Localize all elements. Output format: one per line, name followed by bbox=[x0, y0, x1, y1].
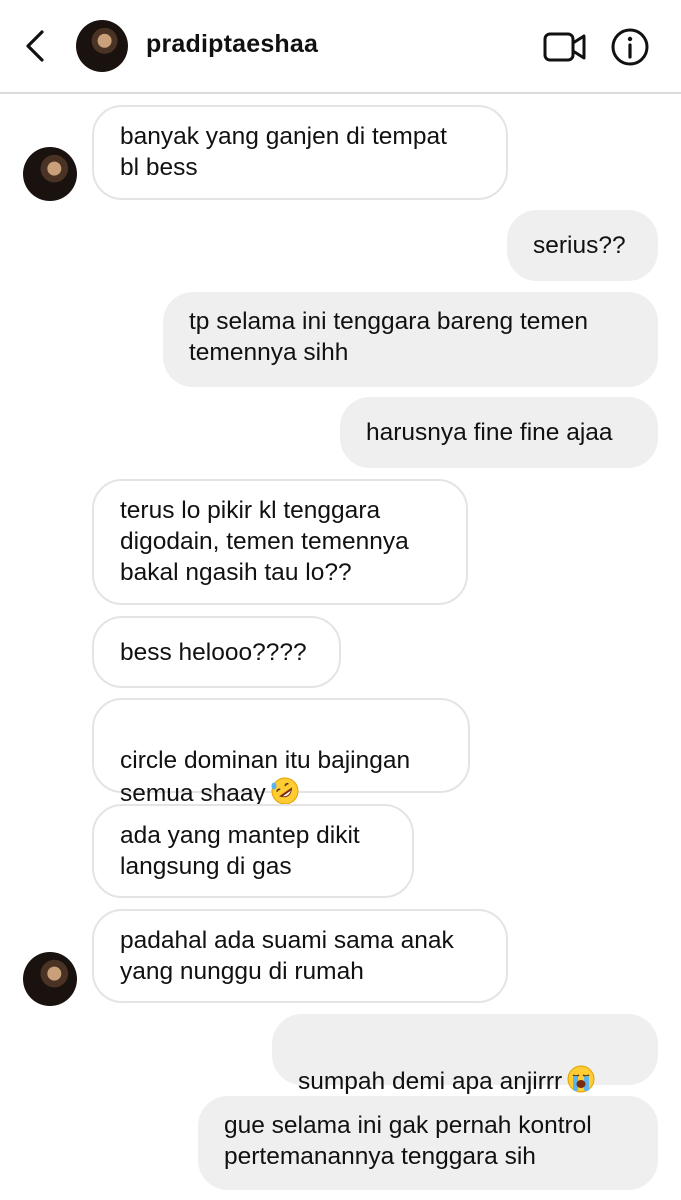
video-camera-icon bbox=[543, 32, 586, 62]
sender-avatar[interactable] bbox=[23, 952, 77, 1006]
outgoing-message[interactable]: sumpah demi apa anjirrr bbox=[272, 1014, 658, 1095]
back-button[interactable] bbox=[20, 28, 52, 64]
sender-avatar[interactable] bbox=[23, 147, 77, 201]
chat-header: pradiptaeshaa bbox=[0, 0, 681, 94]
loudly-crying-face-emoji bbox=[567, 1065, 595, 1093]
rolling-on-floor-laughing-emoji bbox=[271, 777, 299, 805]
message-text: sumpah demi apa anjirrr bbox=[298, 1068, 563, 1095]
chevron-left-icon bbox=[26, 30, 44, 62]
contact-avatar[interactable] bbox=[76, 20, 128, 72]
incoming-message[interactable]: banyak yang ganjen di tempat bl bess bbox=[92, 105, 508, 200]
message-text: circle dominan itu bajingan semua shaay bbox=[120, 747, 411, 807]
contact-username[interactable]: pradiptaeshaa bbox=[146, 30, 318, 59]
incoming-message[interactable]: bess helooo???? bbox=[92, 616, 341, 688]
incoming-message[interactable]: circle dominan itu bajingan semua shaay bbox=[92, 698, 470, 807]
incoming-message[interactable]: ada yang mantep dikit langsung di gas bbox=[92, 804, 414, 898]
incoming-message[interactable]: terus lo pikir kl tenggara digodain, tem… bbox=[92, 479, 468, 605]
outgoing-message[interactable]: harusnya fine fine ajaa bbox=[340, 397, 658, 468]
info-button[interactable] bbox=[610, 27, 650, 67]
outgoing-message[interactable]: gue selama ini gak pernah kontrol pertem… bbox=[198, 1096, 658, 1190]
video-call-button[interactable] bbox=[543, 30, 587, 64]
outgoing-message[interactable]: serius?? bbox=[507, 210, 658, 281]
incoming-message[interactable]: padahal ada suami sama anak yang nunggu … bbox=[92, 909, 508, 1003]
outgoing-message[interactable]: tp selama ini tenggara bareng temen teme… bbox=[163, 292, 658, 387]
info-icon bbox=[611, 28, 649, 66]
